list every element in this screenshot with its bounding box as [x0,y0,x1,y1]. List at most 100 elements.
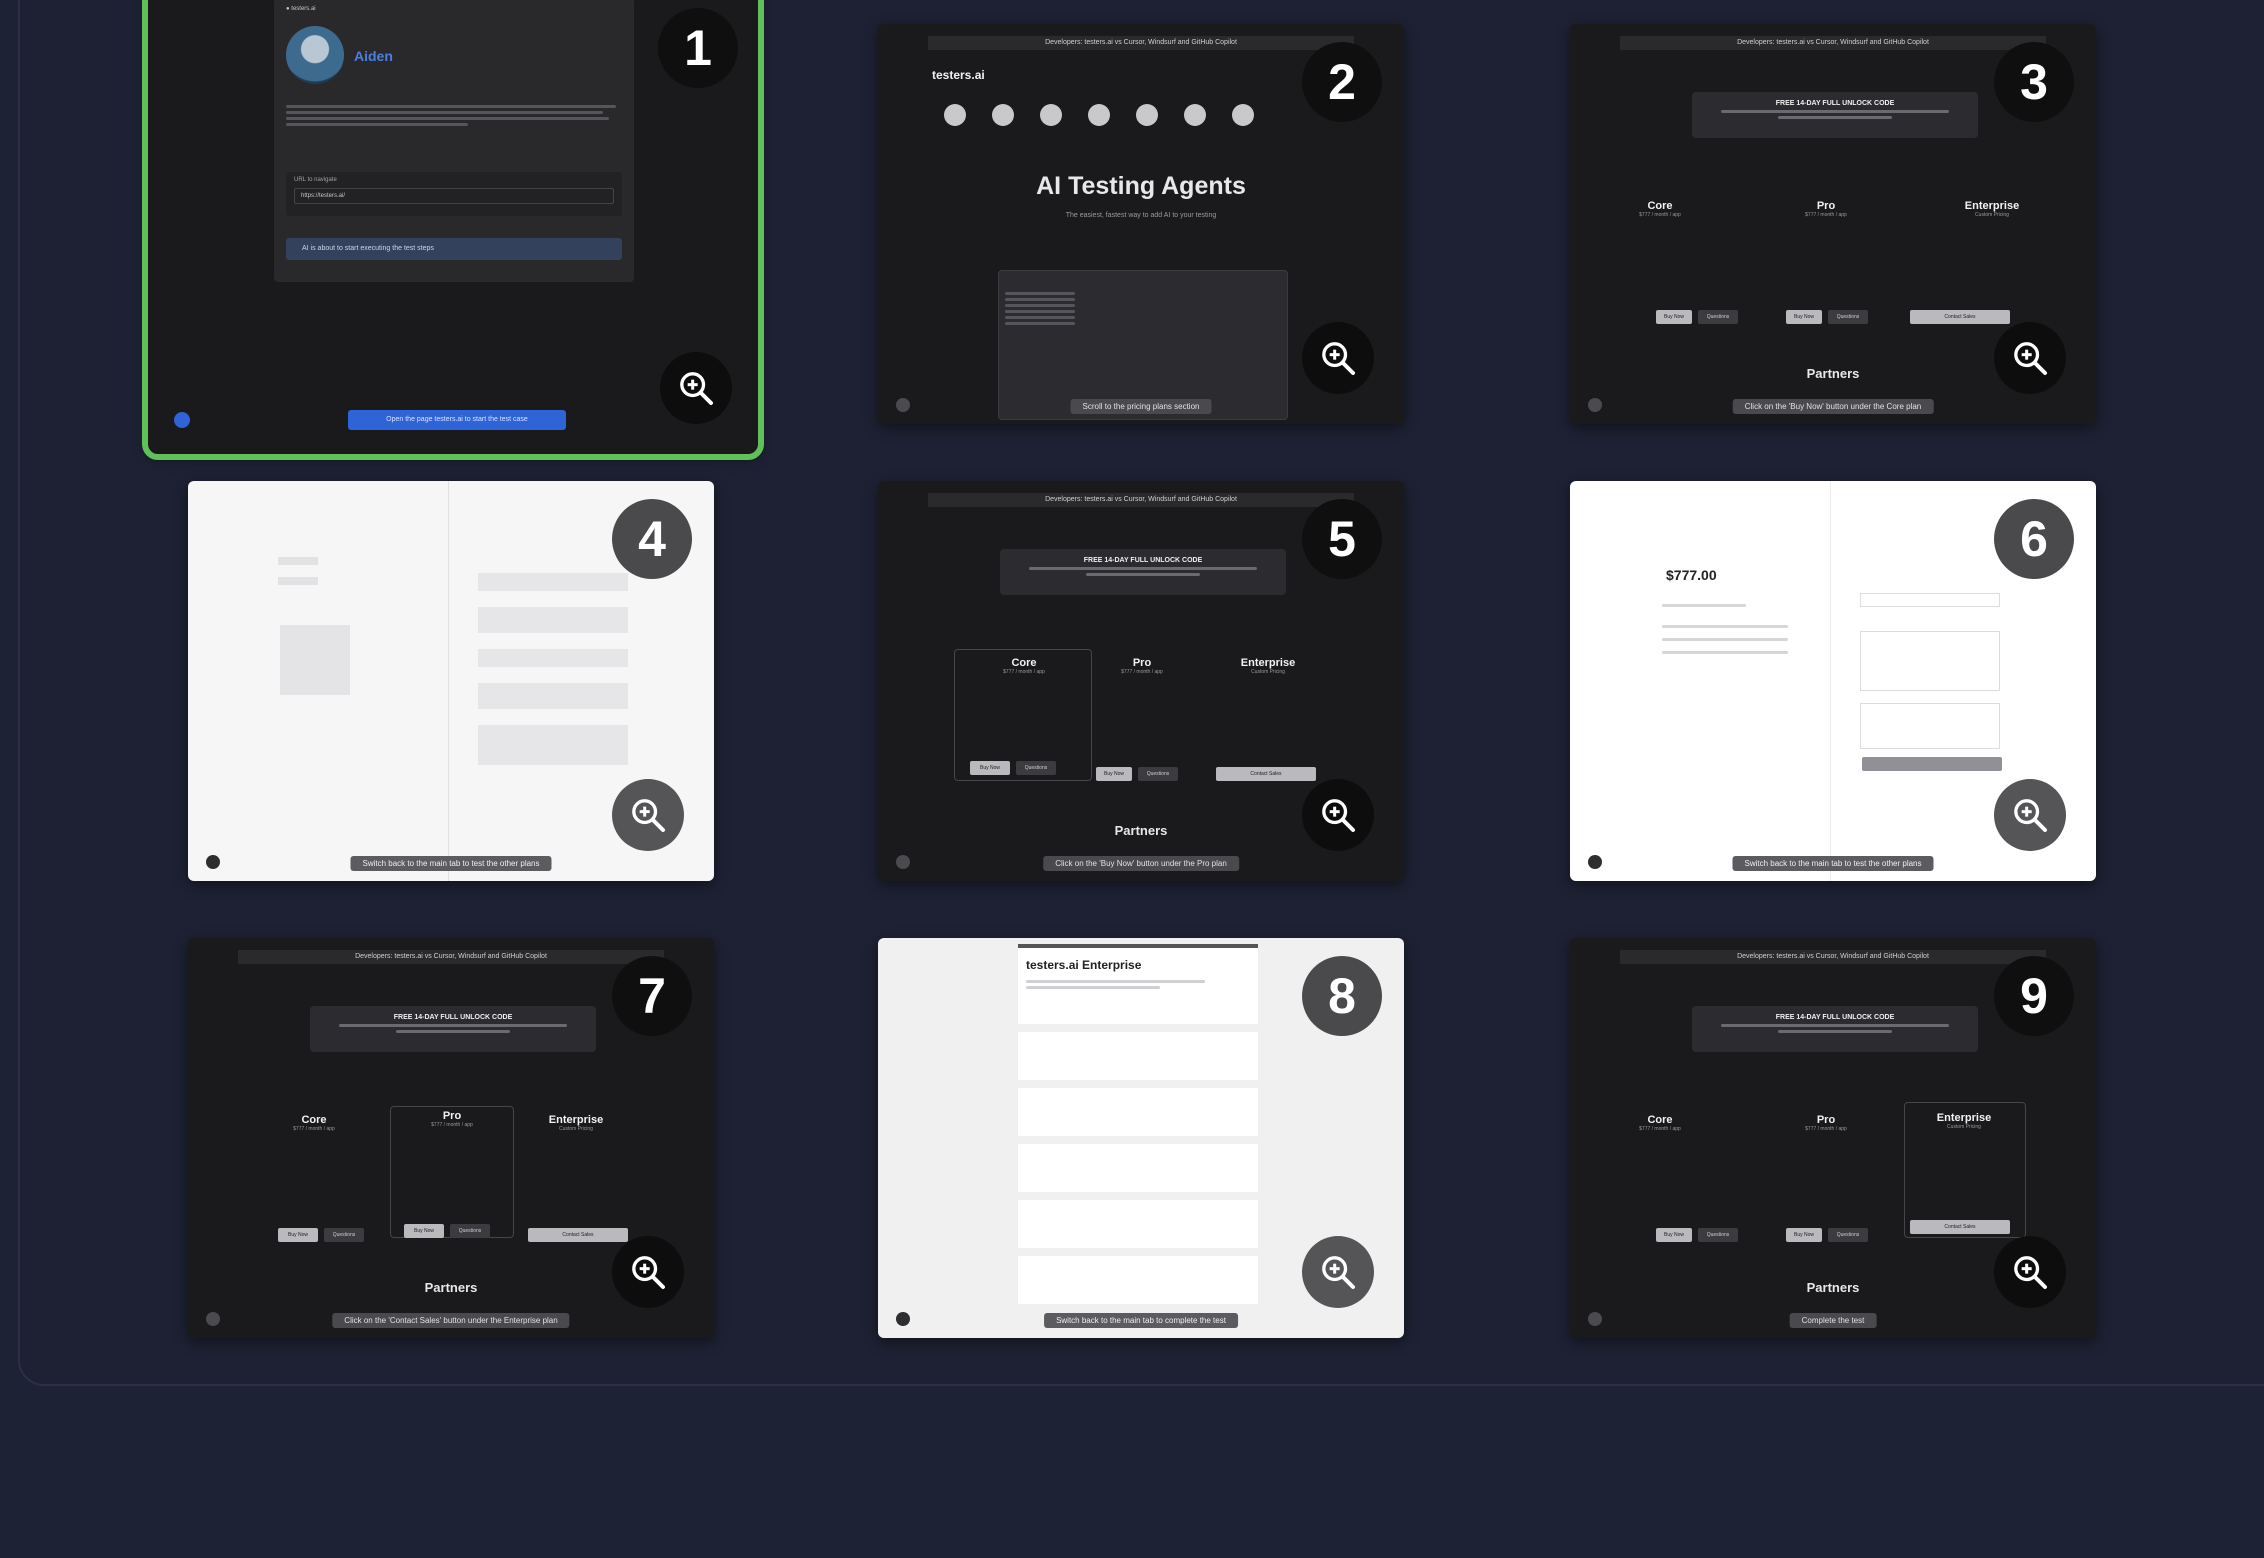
promo-box: FREE 14-DAY FULL UNLOCK CODE [1692,92,1978,138]
step-caption: Switch back to the main tab to test the … [350,856,552,871]
step-caption: Click on the 'Buy Now' button under the … [1732,399,1934,414]
step-number-badge: 9 [1994,956,2074,1036]
hero-heading: AI Testing Agents [1036,172,1246,200]
info-icon [1588,1312,1602,1326]
tier-core: Core $777 / month / app [1639,1114,1681,1132]
step-card-6[interactable]: $777.00 Switch back to the main tab to t… [1570,481,2096,881]
zoom-in-icon [1322,799,1355,832]
zoom-in-icon [1322,342,1355,375]
contact-sales-button[interactable]: Contact Sales [1910,310,2010,324]
zoom-in-button[interactable] [1994,779,2066,851]
contact-sales-button[interactable]: Contact Sales [1910,1220,2010,1234]
info-icon [896,398,910,412]
info-icon [896,1312,910,1326]
promo-title: FREE 14-DAY FULL UNLOCK CODE [1775,1014,1895,1021]
zoom-in-button[interactable] [612,1236,684,1308]
step-card-2[interactable]: Developers: testers.ai vs Cursor, Windsu… [878,24,1404,424]
questions-pro[interactable]: Questions [450,1224,490,1238]
hero-tagline: The easiest, fastest way to add AI to yo… [1065,212,1217,219]
questions-pro[interactable]: Questions [1828,1228,1868,1242]
zoom-in-button[interactable] [1302,1236,1374,1308]
tier-core: Core $777 / month / app [293,1114,335,1132]
buy-now-pro[interactable]: Buy Now [1096,767,1132,781]
questions-pro[interactable]: Questions [1828,310,1868,324]
tier-pro: Pro $777 / month / app [1805,200,1847,218]
step-number-badge: 4 [612,499,692,579]
zoom-in-button[interactable] [660,352,732,424]
info-icon [1588,398,1602,412]
url-label: URL to navigate [294,177,337,183]
step-card-4[interactable]: Switch back to the main tab to test the … [188,481,714,881]
info-icon [1588,855,1602,869]
agents-row [944,104,1254,126]
step-card-1[interactable]: ● testers.ai Aiden URL to navigate https… [142,0,764,460]
chat-panel: ● testers.ai Aiden URL to navigate https… [274,0,634,282]
tier-enterprise: Enterprise Custom Pricing [1964,200,2020,218]
tier-enterprise: Enterprise Custom Pricing [548,1114,604,1132]
subscribe-button[interactable] [1862,757,2002,771]
step-number-badge: 6 [1994,499,2074,579]
step-card-9[interactable]: Developers: testers.ai vs Cursor, Windsu… [1570,938,2096,1338]
contact-sales-button[interactable]: Contact Sales [528,1228,628,1242]
zoom-in-icon [2014,799,2047,832]
step-card-8[interactable]: testers.ai Enterprise Switch back to the… [878,938,1404,1338]
topbar: Developers: testers.ai vs Cursor, Windsu… [1620,36,2046,50]
questions-core[interactable]: Questions [1698,1228,1738,1242]
zoom-in-icon [680,372,713,405]
step-number-badge: 3 [1994,42,2074,122]
buy-now-pro[interactable]: Buy Now [1786,1228,1822,1242]
step-caption: Click on the 'Contact Sales' button unde… [332,1313,570,1328]
buy-now-core[interactable]: Buy Now [1656,310,1692,324]
step-caption: Scroll to the pricing plans section [1070,399,1212,414]
info-icon [896,855,910,869]
zoom-in-icon [632,1256,665,1289]
tier-pro: Pro $777 / month / app [1121,657,1163,675]
step-number-badge: 7 [612,956,692,1036]
app-preview [998,270,1288,420]
promo-box: FREE 14-DAY FULL UNLOCK CODE [1000,549,1286,595]
buy-now-core[interactable]: Buy Now [1656,1228,1692,1242]
zoom-in-icon [1322,1256,1355,1289]
zoom-in-button[interactable] [1302,779,1374,851]
step-card-7[interactable]: Developers: testers.ai vs Cursor, Windsu… [188,938,714,1338]
promo-title: FREE 14-DAY FULL UNLOCK CODE [393,1014,513,1021]
contact-sales-button[interactable]: Contact Sales [1216,767,1316,781]
zoom-in-button[interactable] [1302,322,1374,394]
buy-now-core[interactable]: Buy Now [278,1228,318,1242]
questions-pro[interactable]: Questions [1138,767,1178,781]
topbar: Developers: testers.ai vs Cursor, Windsu… [928,36,1354,50]
tier-core: Core $777 / month / app [1639,200,1681,218]
topbar: Developers: testers.ai vs Cursor, Windsu… [238,950,664,964]
questions-core[interactable]: Questions [324,1228,364,1242]
info-icon [174,412,190,428]
form-title: testers.ai Enterprise [1026,958,1142,972]
step-caption: Click on the 'Buy Now' button under the … [1043,856,1239,871]
zoom-in-button[interactable] [612,779,684,851]
buy-now-pro[interactable]: Buy Now [1786,310,1822,324]
step-caption: Switch back to the main tab to complete … [1044,1313,1238,1328]
brand-logo: testers.ai [932,68,985,82]
tier-pro: Pro $777 / month / app [1805,1114,1847,1132]
step-card-5[interactable]: Developers: testers.ai vs Cursor, Windsu… [878,481,1404,881]
promo-box: FREE 14-DAY FULL UNLOCK CODE [310,1006,596,1052]
info-icon [206,1312,220,1326]
questions-core[interactable]: Questions [1016,761,1056,775]
zoom-in-icon [2014,1256,2047,1289]
topbar: Developers: testers.ai vs Cursor, Windsu… [1620,950,2046,964]
zoom-in-icon [2014,342,2047,375]
checkout-price: $777.00 [1666,567,1717,583]
tier-pro: Pro $777 / month / app [431,1110,473,1128]
step-card-3[interactable]: Developers: testers.ai vs Cursor, Windsu… [1570,24,2096,424]
step-number-badge: 8 [1302,956,1382,1036]
step-number-badge: 5 [1302,499,1382,579]
promo-title: FREE 14-DAY FULL UNLOCK CODE [1775,100,1895,107]
zoom-in-button[interactable] [1994,1236,2066,1308]
buy-now-pro[interactable]: Buy Now [404,1224,444,1238]
zoom-in-button[interactable] [1994,322,2066,394]
buy-now-core[interactable]: Buy Now [970,761,1010,775]
user-avatar [286,26,344,84]
step-number-badge: 1 [658,8,738,88]
promo-box: FREE 14-DAY FULL UNLOCK CODE [1692,1006,1978,1052]
status-banner: AI is about to start executing the test … [286,238,622,260]
questions-core[interactable]: Questions [1698,310,1738,324]
